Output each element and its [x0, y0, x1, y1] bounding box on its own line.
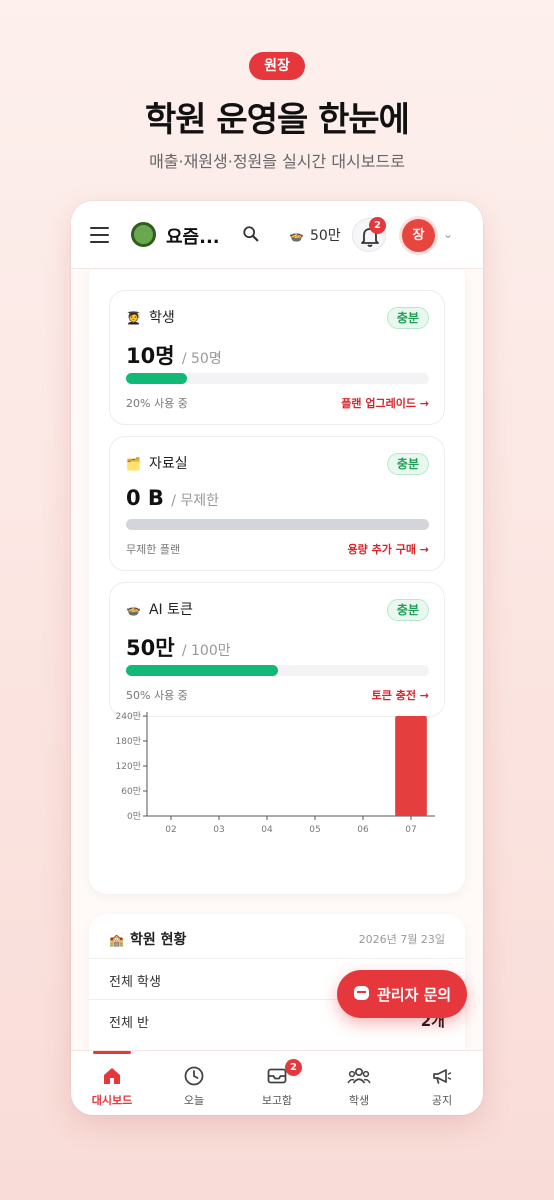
- home-icon: [104, 1068, 120, 1084]
- school-icon: 🏫: [109, 933, 124, 947]
- search-icon[interactable]: [242, 225, 260, 243]
- academy-logo: [131, 222, 156, 247]
- upgrade-plan-link[interactable]: 플랜 업그레이드 →: [341, 395, 429, 411]
- academy-name[interactable]: 요즘...: [166, 223, 220, 249]
- pot-icon: 🍲: [289, 229, 304, 243]
- bottom-tab-bar: 대시보드 오늘 보고함 2 학생 공지: [71, 1050, 483, 1115]
- tab-label: 공지: [431, 1094, 453, 1107]
- usage-section: 🧑‍🎓 학생 충분 10명 / 50명 20% 사용 중 플랜 업그레이드 → 🗂…: [89, 270, 465, 894]
- usage-card-students: 🧑‍🎓 학생 충분 10명 / 50명 20% 사용 중 플랜 업그레이드 →: [109, 290, 445, 425]
- contact-admin-label: 관리자 문의: [377, 986, 452, 1004]
- y-tick-label: 180만: [116, 736, 141, 747]
- inbox-count-badge: 2: [285, 1059, 302, 1076]
- active-tab-indicator: [93, 1051, 131, 1054]
- tab-students[interactable]: 학생: [318, 1065, 400, 1108]
- tab-label: 보고함: [261, 1094, 293, 1107]
- status-badge: 충분: [386, 307, 429, 329]
- menu-icon[interactable]: [90, 227, 109, 243]
- usage-card-storage: 🗂️ 자료실 충분 0 B / 무제한 무제한 플랜 용량 추가 구매 →: [109, 436, 445, 571]
- usage-progress-bar: [126, 373, 429, 384]
- tab-notice[interactable]: 공지: [401, 1065, 483, 1108]
- chevron-down-icon[interactable]: ⌄: [443, 227, 453, 241]
- folder-icon: 🗂️: [126, 457, 141, 471]
- x-tick-label: 04: [261, 825, 273, 835]
- role-badge: 원장: [249, 52, 305, 80]
- app-header: 요즘... 🍲 50만 2 장 ⌄: [71, 201, 483, 269]
- chart-bar: [395, 716, 427, 816]
- usage-progress-fill: [126, 373, 187, 384]
- student-icon: 🧑‍🎓: [126, 311, 141, 325]
- notification-count-badge: 2: [369, 217, 386, 234]
- usage-card-title: 자료실: [148, 456, 188, 472]
- status-badge: 충분: [386, 599, 429, 621]
- x-tick-label: 06: [357, 825, 369, 835]
- token-recharge-link[interactable]: 토큰 충전 →: [372, 687, 429, 703]
- usage-footnote: 무제한 플랜: [126, 543, 181, 556]
- usage-card-ai-tokens: 🍲 AI 토큰 충분 50만 / 100만 50% 사용 중 토큰 충전 →: [109, 582, 445, 717]
- x-tick-label: 05: [309, 825, 320, 835]
- usage-value: 10명: [126, 344, 175, 368]
- tab-label: 오늘: [183, 1094, 205, 1107]
- usage-value: 0 B: [126, 486, 164, 510]
- usage-limit: / 100만: [181, 643, 231, 659]
- pot-icon: 🍲: [126, 603, 141, 617]
- academy-status-title: 학원 현황: [129, 932, 187, 948]
- promo-headline: 학원 운영을 한눈에: [145, 100, 410, 140]
- usage-footnote: 20% 사용 중: [126, 397, 188, 410]
- chat-bubble-icon: [354, 986, 369, 1000]
- users-icon: [347, 1067, 371, 1084]
- y-tick-label: 0만: [127, 811, 141, 822]
- tab-dashboard[interactable]: 대시보드: [71, 1065, 153, 1108]
- status-row-label: 전체 반: [109, 1016, 150, 1031]
- usage-progress-bar: [126, 519, 429, 530]
- usage-progress-bar: [126, 665, 429, 676]
- clock-icon: [184, 1066, 204, 1086]
- usage-progress-fill: [126, 665, 278, 676]
- usage-card-title: 학생: [148, 310, 175, 326]
- y-tick-label: 240만: [116, 711, 141, 722]
- x-tick-label: 02: [165, 825, 176, 835]
- usage-footnote: 50% 사용 중: [126, 689, 188, 702]
- tab-label: 대시보드: [91, 1094, 133, 1107]
- token-balance[interactable]: 🍲 50만: [289, 225, 341, 245]
- tab-label: 학생: [348, 1094, 370, 1107]
- usage-value: 50만: [126, 636, 175, 660]
- usage-limit: / 무제한: [171, 493, 220, 509]
- y-tick-label: 120만: [116, 761, 141, 772]
- dashboard-content[interactable]: 🧑‍🎓 학생 충분 10명 / 50명 20% 사용 중 플랜 업그레이드 → 🗂…: [71, 270, 483, 1050]
- megaphone-icon: [433, 1069, 452, 1084]
- contact-admin-button[interactable]: 관리자 문의: [337, 970, 467, 1018]
- x-tick-label: 07: [405, 825, 416, 835]
- usage-limit: / 50명: [181, 351, 222, 367]
- y-tick-label: 60만: [121, 786, 141, 797]
- revenue-bar-chart: 240만 180만 120만 60만 0만 02 03 04 05 06 07: [116, 711, 435, 835]
- status-date: 2026년 7월 23일: [358, 933, 445, 946]
- buy-storage-link[interactable]: 용량 추가 구매 →: [348, 541, 429, 557]
- promo-subline: 매출·재원생·정원을 실시간 대시보드로: [149, 152, 405, 171]
- avatar[interactable]: 장: [402, 219, 435, 252]
- usage-progress-fill: [126, 519, 429, 530]
- status-row-label: 전체 학생: [109, 975, 161, 990]
- status-badge: 충분: [386, 453, 429, 475]
- x-tick-label: 03: [213, 825, 224, 835]
- tab-today[interactable]: 오늘: [153, 1065, 235, 1108]
- token-balance-value: 50만: [309, 228, 341, 244]
- usage-card-title: AI 토큰: [148, 602, 193, 618]
- tab-inbox[interactable]: 보고함: [236, 1065, 318, 1108]
